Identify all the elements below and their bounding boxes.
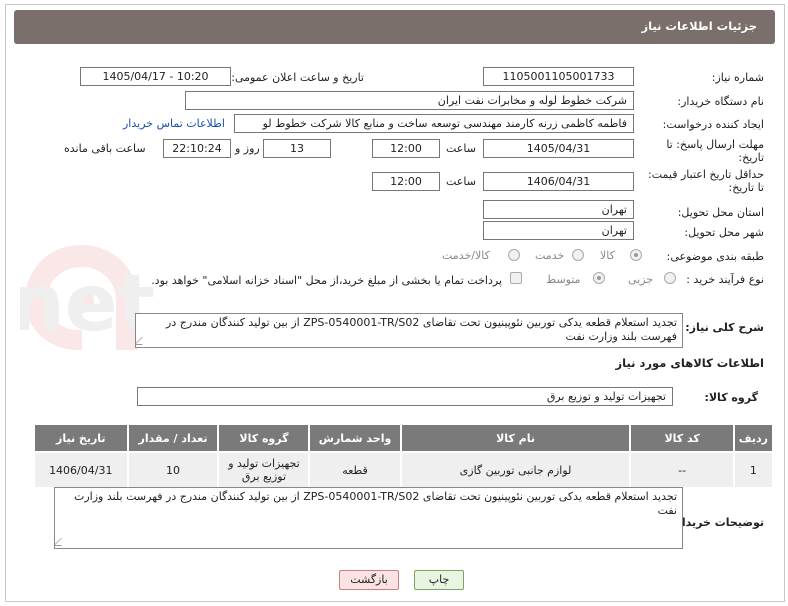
header-bar: جزئیات اطلاعات نیاز: [14, 10, 775, 44]
deadline-label-1: مهلت ارسال پاسخ: تا: [666, 138, 764, 151]
buyer-notes-label: توضیحات خریدار:: [671, 516, 764, 529]
price-validity-date-field: 1406/04/31: [483, 172, 634, 191]
col-header-quantity: تعداد / مقدار: [126, 423, 220, 453]
cell-code: --: [629, 451, 735, 489]
goods-group-label: گروه کالا:: [704, 391, 758, 404]
province-field: تهران: [483, 200, 634, 219]
buyer-notes-textarea[interactable]: تجدید استعلام قطعه یدکی توربین نئوپینیون…: [54, 487, 683, 549]
cell-group: تجهیزات تولید و توزیع برق: [217, 451, 311, 489]
buyer-contact-link[interactable]: اطلاعات تماس خریدار: [123, 117, 225, 130]
cell-quantity: 10: [126, 451, 220, 489]
process-radio-medium[interactable]: [593, 272, 605, 284]
back-button[interactable]: بازگشت: [339, 570, 399, 590]
city-label: شهر محل تحویل:: [684, 226, 764, 239]
cell-unit: قطعه: [308, 451, 402, 489]
process-radio-minor[interactable]: [664, 272, 676, 284]
col-header-name: نام کالا: [399, 423, 632, 453]
goods-section-title: اطلاعات کالاهای مورد نیاز: [615, 356, 764, 370]
remaining-time-label: ساعت باقی مانده: [64, 142, 146, 155]
table-row: 1 -- لوازم جانبی توربین گازی قطعه تجهیزا…: [33, 451, 775, 489]
remaining-time-field: 22:10:24: [163, 139, 231, 158]
price-validity-label-1: حداقل تاریخ اعتبار قیمت:: [648, 168, 764, 181]
announce-label: تاریخ و ساعت اعلان عمومی:: [231, 71, 364, 84]
print-button[interactable]: چاپ: [414, 570, 464, 590]
creator-label: ایجاد کننده درخواست:: [662, 118, 764, 131]
table-header-row: ردیف کد کالا نام کالا واحد شمارش گروه کا…: [33, 423, 775, 453]
price-validity-label-2: تا تاریخ:: [728, 181, 764, 194]
need-number-field: 1105001105001733: [483, 67, 634, 86]
col-header-row-number: ردیف: [732, 423, 775, 453]
deadline-days-label: روز و: [235, 142, 260, 155]
category-label: طبقه بندی موضوعی:: [666, 250, 764, 263]
need-number-label: شماره نیاز:: [711, 71, 764, 84]
province-label: استان محل تحویل:: [677, 206, 764, 219]
city-field: تهران: [483, 221, 634, 240]
deadline-label-2: تاریخ:: [738, 151, 764, 164]
deadline-days-field: 13: [263, 139, 331, 158]
category-radio-goods-service[interactable]: [508, 249, 520, 261]
resize-handle[interactable]: [136, 337, 150, 345]
announce-date-field: 1405/04/17 - 10:20: [80, 67, 231, 86]
deadline-time-label: ساعت: [446, 142, 476, 155]
col-header-unit: واحد شمارش: [308, 423, 402, 453]
category-option-service: خدمت: [535, 249, 565, 262]
cell-date: 1406/04/31: [33, 451, 129, 489]
resize-handle[interactable]: [55, 538, 69, 546]
buyer-field: شرکت خطوط لوله و مخابرات نفت ایران: [185, 91, 634, 110]
page-title: جزئیات اطلاعات نیاز: [641, 19, 757, 33]
price-validity-time-field: 12:00: [372, 172, 440, 191]
buyer-label: نام دستگاه خریدار:: [677, 95, 764, 108]
creator-field: فاطمه کاظمی زرنه کارمند مهندسی توسعه ساخ…: [234, 114, 634, 133]
process-option-medium: متوسط: [546, 273, 581, 286]
category-radio-goods[interactable]: [630, 249, 642, 261]
col-header-date: تاریخ نیاز: [33, 423, 129, 453]
description-textarea[interactable]: تجدید استعلام قطعه یدکی توربین نئوپینیون…: [135, 313, 683, 348]
process-label: نوع فرآیند خرید :: [686, 273, 764, 286]
deadline-time-field: 12:00: [372, 139, 440, 158]
description-text: تجدید استعلام قطعه یدکی توربین نئوپینیون…: [166, 316, 677, 343]
price-validity-time-label: ساعت: [446, 175, 476, 188]
goods-group-field: تجهیزات تولید و توزیع برق: [137, 387, 673, 406]
category-option-goods-service: کالا/خدمت: [442, 249, 490, 262]
buyer-notes-text: تجدید استعلام قطعه یدکی توربین نئوپینیون…: [73, 490, 677, 517]
col-header-code: کد کالا: [629, 423, 735, 453]
process-option-minor: جزیی: [628, 273, 654, 286]
treasury-payment-note: پرداخت تمام یا بخشی از مبلغ خرید،از محل …: [151, 274, 502, 287]
treasury-payment-checkbox[interactable]: [510, 272, 522, 284]
deadline-date-field: 1405/04/31: [483, 139, 634, 158]
items-table: ردیف کد کالا نام کالا واحد شمارش گروه کا…: [33, 423, 775, 489]
category-option-goods: کالا: [600, 249, 615, 262]
description-label: شرح کلی نیاز:: [685, 321, 764, 334]
cell-row-number: 1: [732, 451, 775, 489]
category-radio-service[interactable]: [572, 249, 584, 261]
cell-name: لوازم جانبی توربین گازی: [399, 451, 632, 489]
col-header-group: گروه کالا: [217, 423, 311, 453]
